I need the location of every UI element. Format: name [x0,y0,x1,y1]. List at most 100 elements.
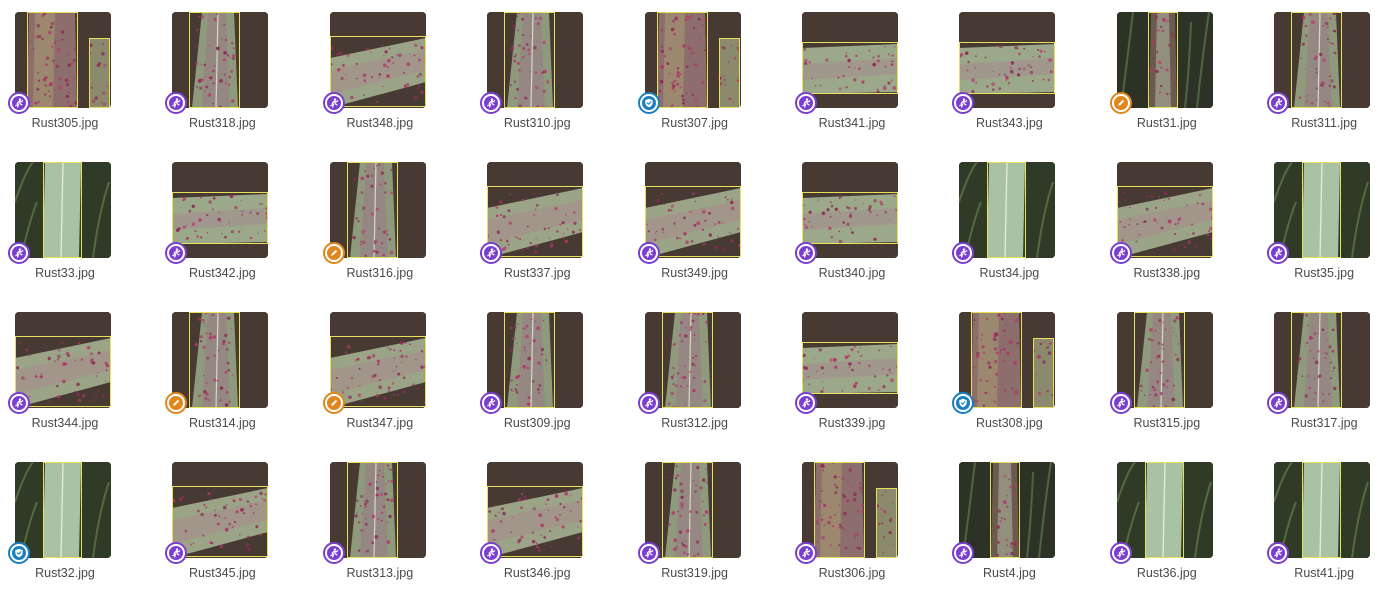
gallery-item[interactable]: Rust342.jpg [165,162,277,292]
image-thumbnail[interactable] [15,312,111,408]
gallery-item[interactable]: Rust313.jpg [322,462,435,592]
gallery-item[interactable]: Rust347.jpg [322,312,435,442]
image-thumbnail[interactable] [1116,12,1213,108]
gallery-item[interactable]: Rust337.jpg [480,162,592,292]
image-thumbnail[interactable] [959,462,1056,558]
image-thumbnail[interactable] [487,162,584,258]
gallery-item[interactable]: Rust317.jpg [1267,312,1379,442]
image-filename: Rust339.jpg [818,416,886,430]
gallery-item[interactable]: Rust338.jpg [1109,162,1222,292]
gallery-item[interactable]: Rust346.jpg [480,462,592,592]
status-badge [165,92,188,114]
image-thumbnail[interactable] [15,162,111,258]
gallery-item[interactable]: Rust309.jpg [480,312,592,442]
image-thumbnail[interactable] [802,462,898,558]
status-badge [165,242,188,264]
gallery-item[interactable]: Rust316.jpg [322,162,435,292]
image-thumbnail[interactable] [1274,312,1371,408]
image-thumbnail[interactable] [1274,12,1371,108]
image-thumbnail[interactable] [959,312,1056,408]
thumbnail-image [1274,462,1371,558]
image-thumbnail[interactable] [802,312,898,408]
gallery-item[interactable]: Rust345.jpg [165,462,277,592]
thumbnail-image [1116,462,1213,558]
image-thumbnail[interactable] [644,12,741,108]
gallery-item[interactable]: Rust41.jpg [1267,462,1379,592]
gallery-item[interactable]: Rust311.jpg [1267,12,1379,142]
image-thumbnail[interactable] [644,312,741,408]
image-thumbnail[interactable] [1274,162,1371,258]
image-thumbnail[interactable] [329,462,426,558]
image-thumbnail[interactable] [329,312,426,408]
image-thumbnail[interactable] [15,462,111,558]
image-thumbnail[interactable] [172,162,269,258]
status-badge [165,542,188,564]
image-thumbnail[interactable] [329,12,426,108]
gallery-item[interactable]: Rust306.jpg [795,462,907,592]
image-thumbnail[interactable] [802,162,898,258]
gallery-item[interactable]: Rust318.jpg [165,12,277,142]
gallery-item[interactable]: Rust339.jpg [795,312,907,442]
image-thumbnail[interactable] [959,12,1056,108]
image-filename: Rust317.jpg [1290,416,1358,430]
status-badge [795,542,817,564]
running-person-icon [169,96,184,110]
running-person-icon [12,246,26,260]
image-filename: Rust33.jpg [35,266,95,280]
status-badge [1109,542,1132,564]
running-person-icon [326,546,341,560]
gallery-item[interactable]: Rust34.jpg [952,162,1064,292]
image-thumbnail[interactable] [1274,462,1371,558]
gallery-item[interactable]: Rust4.jpg [952,462,1064,592]
image-filename: Rust34.jpg [979,266,1040,280]
gallery-item[interactable]: Rust341.jpg [795,12,907,142]
gallery-item[interactable]: Rust344.jpg [8,312,120,442]
running-person-icon [169,246,184,260]
gallery-item[interactable]: Rust31.jpg [1109,12,1222,142]
thumbnail-image [802,312,898,408]
gallery-item[interactable]: Rust340.jpg [795,162,907,292]
image-thumbnail[interactable] [487,12,584,108]
image-filename: Rust41.jpg [1294,566,1355,580]
gallery-item[interactable]: Rust305.jpg [8,12,120,142]
gallery-item[interactable]: Rust314.jpg [165,312,277,442]
image-filename: Rust36.jpg [1136,566,1197,580]
image-thumbnail[interactable] [329,162,426,258]
gallery-item[interactable]: Rust33.jpg [8,162,120,292]
image-thumbnail[interactable] [172,12,269,108]
gallery-item[interactable]: Rust32.jpg [8,462,120,592]
image-thumbnail[interactable] [802,12,898,108]
running-person-icon [326,96,341,110]
gallery-item[interactable]: Rust310.jpg [480,12,592,142]
status-badge [8,542,30,564]
image-thumbnail[interactable] [487,312,584,408]
image-filename: Rust31.jpg [1136,116,1197,130]
thumbnail-image [487,162,584,258]
gallery-item[interactable]: Rust308.jpg [952,312,1064,442]
gallery-item[interactable]: Rust312.jpg [637,312,750,442]
gallery-item[interactable]: Rust36.jpg [1109,462,1222,592]
running-person-icon [799,246,813,260]
gallery-item[interactable]: Rust315.jpg [1109,312,1222,442]
running-person-icon [799,96,813,110]
image-thumbnail[interactable] [172,312,269,408]
image-thumbnail[interactable] [15,12,111,108]
gallery-item[interactable]: Rust35.jpg [1267,162,1379,292]
image-thumbnail[interactable] [959,162,1056,258]
gallery-item[interactable]: Rust348.jpg [322,12,435,142]
image-thumbnail[interactable] [487,462,584,558]
gallery-item[interactable]: Rust343.jpg [952,12,1064,142]
image-thumbnail[interactable] [1116,162,1213,258]
image-filename: Rust308.jpg [976,416,1043,430]
running-person-icon [12,96,26,110]
gallery-item[interactable]: Rust319.jpg [637,462,750,592]
image-filename: Rust315.jpg [1133,416,1201,430]
image-thumbnail[interactable] [644,462,741,558]
gallery-item[interactable]: Rust349.jpg [637,162,750,292]
image-thumbnail[interactable] [1116,312,1213,408]
image-filename: Rust316.jpg [346,266,414,280]
image-thumbnail[interactable] [1116,462,1213,558]
gallery-item[interactable]: Rust307.jpg [637,12,750,142]
image-thumbnail[interactable] [644,162,741,258]
image-thumbnail[interactable] [172,462,269,558]
